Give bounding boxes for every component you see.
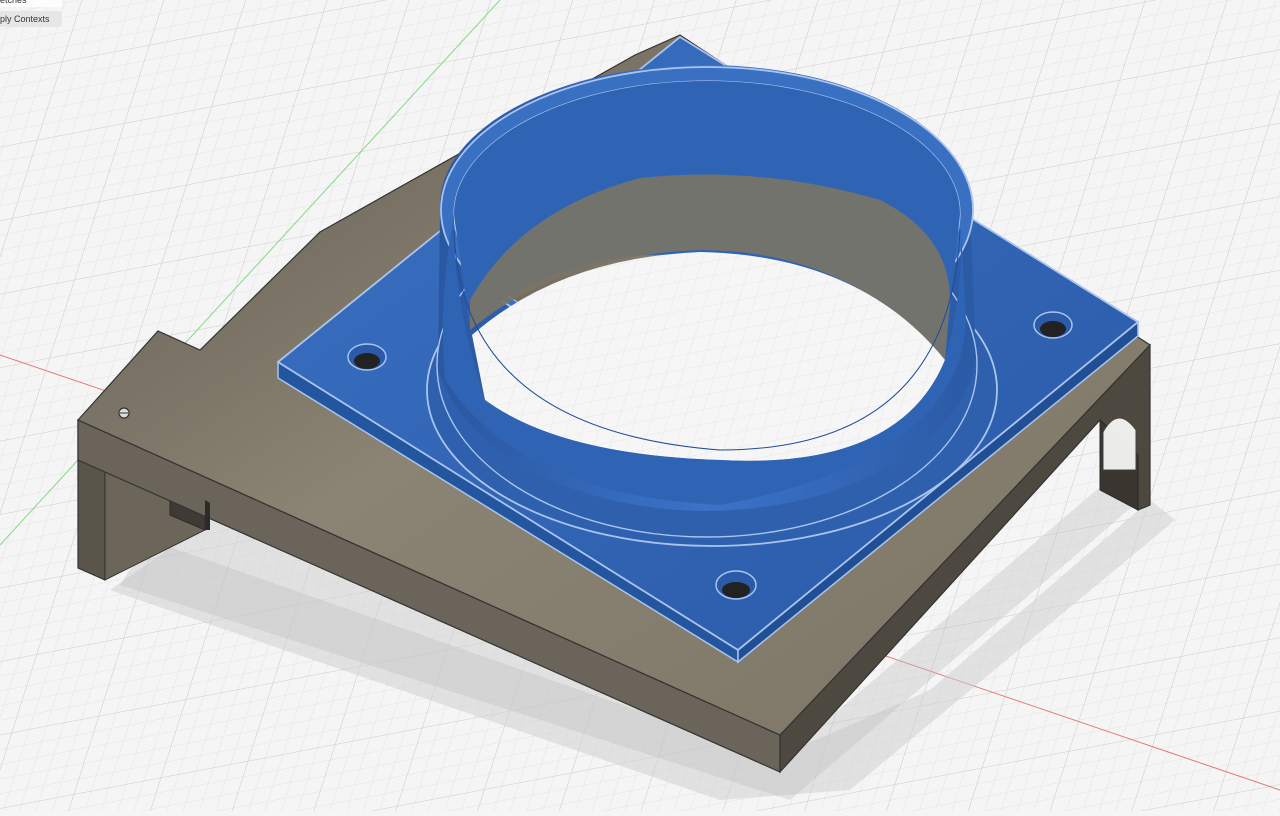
mounting-hole-bottom: [715, 570, 757, 600]
browser-panel: etches ply Contexts: [0, 0, 62, 30]
browser-item-display-contexts[interactable]: ply Contexts: [0, 11, 62, 27]
origin-icon[interactable]: [118, 407, 130, 419]
canvas-viewport[interactable]: etches ply Contexts: [0, 0, 1280, 811]
model-canvas[interactable]: [0, 0, 1280, 811]
mounting-hole-right: [1033, 311, 1073, 339]
browser-item-sketches[interactable]: etches: [0, 0, 62, 7]
mounting-hole-left: [347, 343, 387, 371]
